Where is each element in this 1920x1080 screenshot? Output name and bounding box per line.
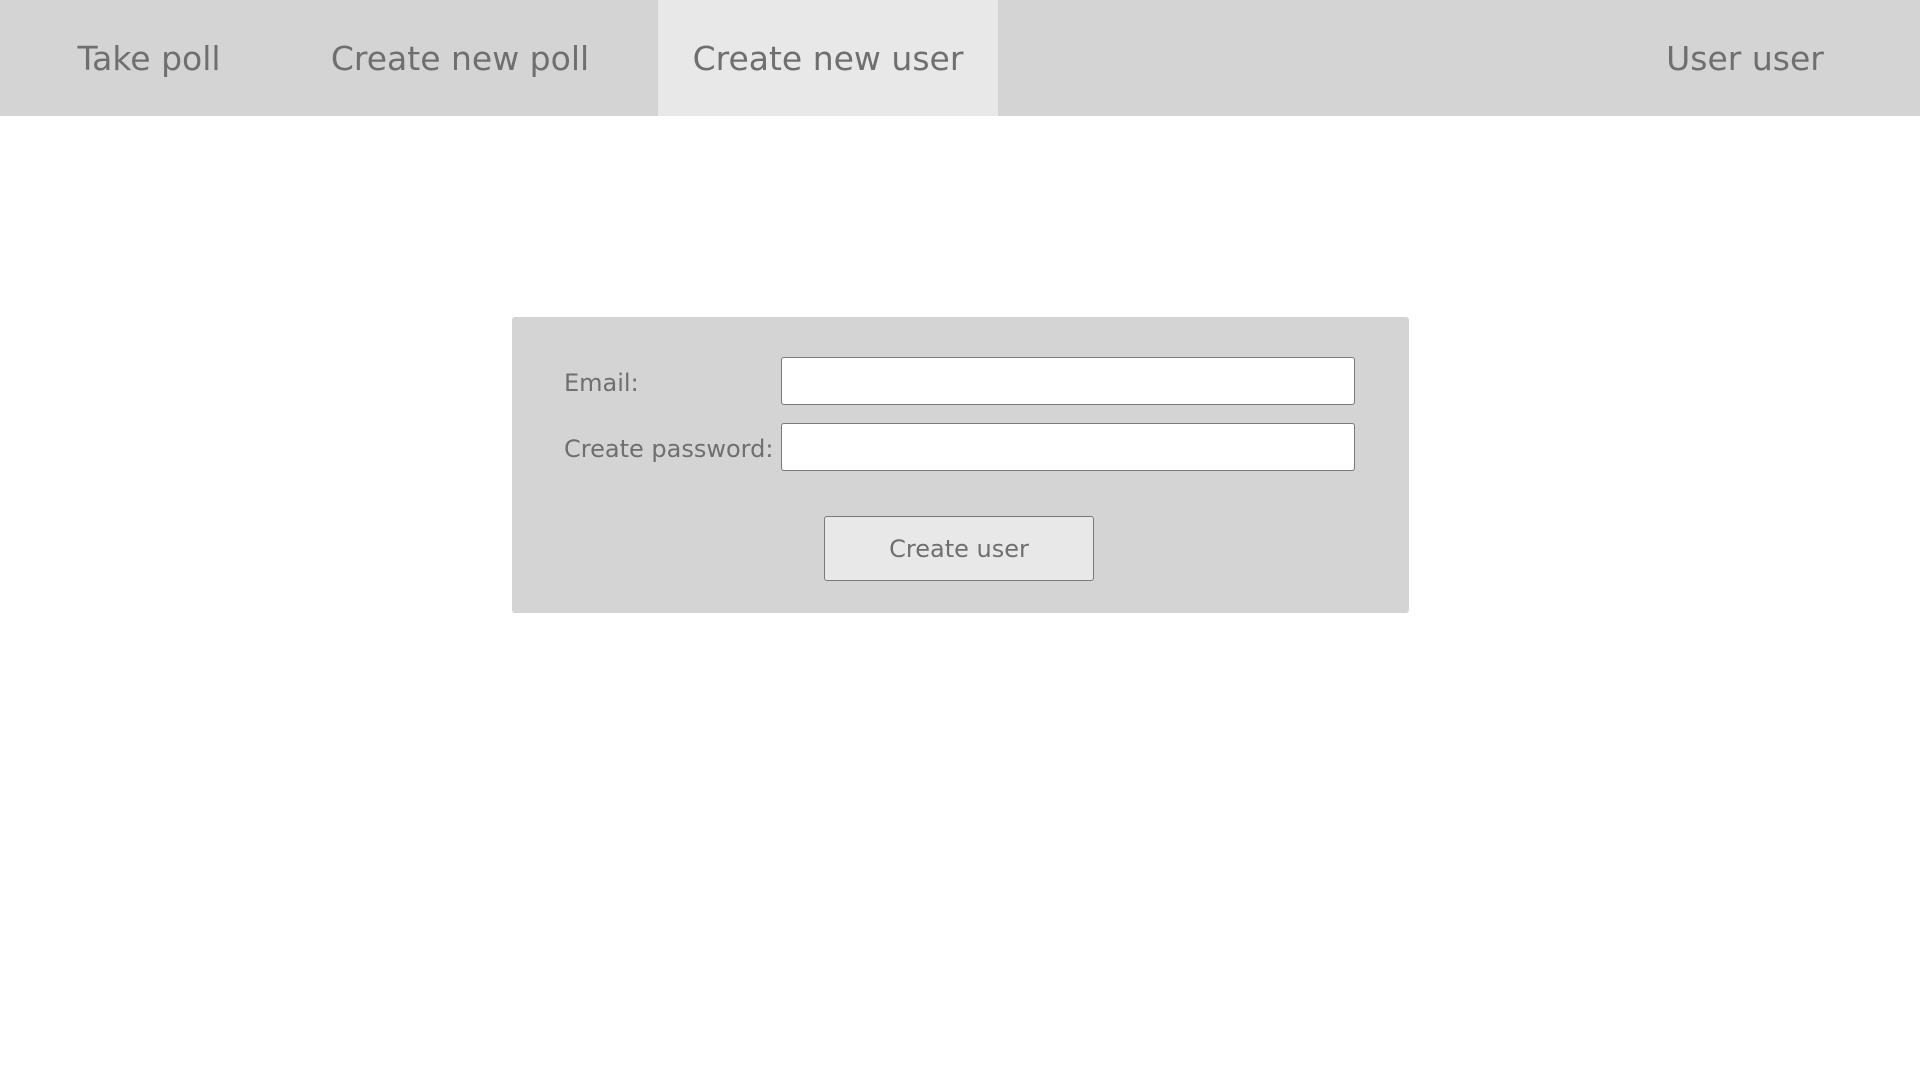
email-field[interactable] [781, 357, 1355, 405]
nav-tab-create-new-poll[interactable]: Create new poll [316, 0, 604, 116]
password-field[interactable] [781, 423, 1355, 471]
create-user-form: Email: Create password: Create user [512, 317, 1409, 613]
nav-tab-create-new-user[interactable]: Create new user [658, 0, 998, 116]
user-account-menu[interactable]: User user [1640, 0, 1850, 116]
top-navigation: Take poll Create new poll Create new use… [0, 0, 1920, 116]
password-label: Create password: [564, 435, 774, 463]
create-user-button[interactable]: Create user [824, 516, 1094, 581]
nav-tab-take-poll[interactable]: Take poll [42, 0, 256, 116]
email-label: Email: [564, 369, 639, 397]
